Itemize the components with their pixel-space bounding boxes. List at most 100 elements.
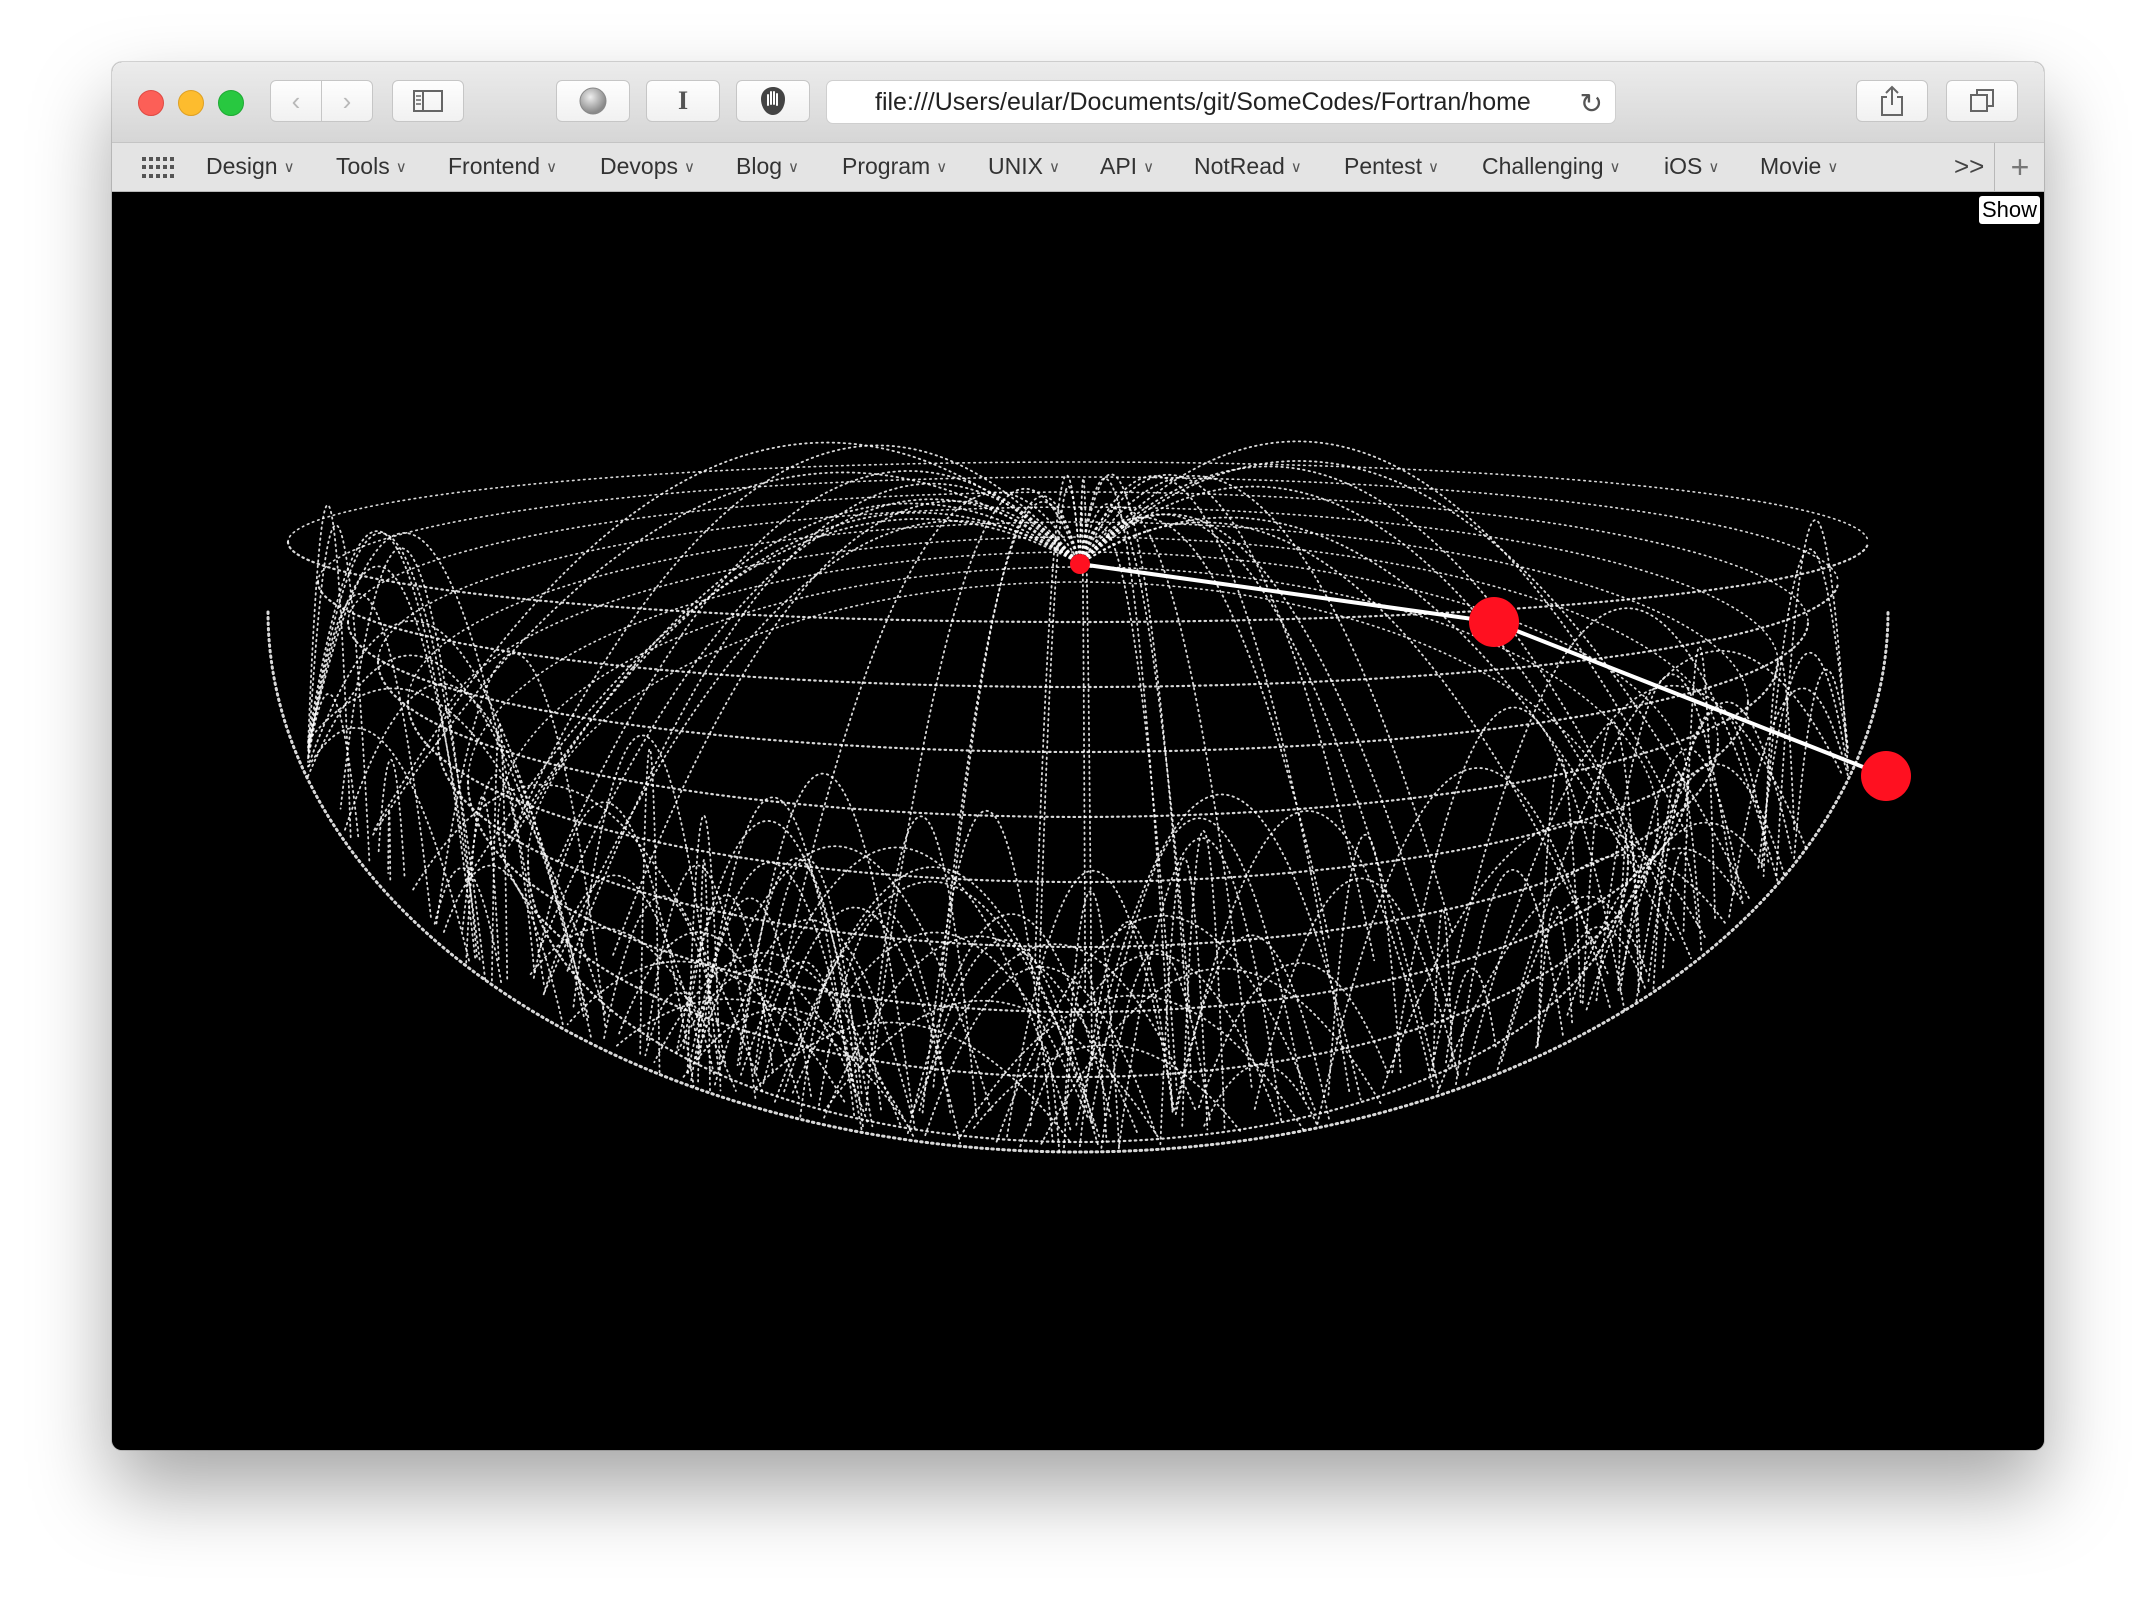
trail-arc <box>464 518 1081 883</box>
trail-arc <box>738 772 916 1130</box>
red-ball <box>1070 554 1090 574</box>
page-content: Show <box>112 192 2044 1450</box>
bookmark-folder-pentest[interactable]: Pentest ∨ <box>1344 153 1439 180</box>
bookmark-folder-tools[interactable]: Tools ∨ <box>336 153 407 180</box>
chevron-down-icon: ∨ <box>1048 159 1060 176</box>
trail-arc <box>918 939 1096 1133</box>
trail-arc <box>572 734 720 1071</box>
bookmark-folder-notread[interactable]: NotRead ∨ <box>1194 153 1302 180</box>
bookmark-label: iOS <box>1664 153 1703 179</box>
trail-arc <box>1181 830 1226 1129</box>
browser-window: ‹ › I file:///Users/eular/Documents/git/… <box>112 62 2044 1450</box>
zoom-window-button[interactable] <box>218 90 244 116</box>
bookmark-label: Movie <box>1760 153 1822 179</box>
red-ball <box>1469 597 1519 647</box>
trail-arc <box>506 502 1081 850</box>
chevron-down-icon: ∨ <box>395 159 407 176</box>
title-bar: ‹ › I file:///Users/eular/Documents/git/… <box>112 62 2044 142</box>
bookmark-label: Tools <box>336 153 390 179</box>
trail-arc <box>1079 502 1087 994</box>
trail-arc <box>1432 908 1454 1078</box>
reload-icon[interactable]: ↻ <box>1580 87 1603 120</box>
trail-arc <box>1661 851 1699 969</box>
chevron-down-icon: ∨ <box>1143 159 1155 176</box>
bookmark-folder-blog[interactable]: Blog ∨ <box>736 153 799 180</box>
trail-arc <box>442 864 564 1026</box>
tabs-icon <box>1970 89 1994 112</box>
chevron-down-icon: ∨ <box>788 159 800 176</box>
trail-arc <box>407 521 1749 703</box>
trail-arc <box>467 551 1689 783</box>
minimize-window-button[interactable] <box>178 90 204 116</box>
chevron-down-icon: ∨ <box>1290 159 1302 176</box>
trail-arc <box>1079 440 1690 840</box>
bookmark-folder-ios[interactable]: iOS ∨ <box>1664 153 1719 180</box>
bookmark-folder-program[interactable]: Program ∨ <box>842 153 947 180</box>
chevron-down-icon: ∨ <box>546 159 558 176</box>
trail-arc <box>1647 707 1770 982</box>
bookmarks-overflow-button[interactable]: >> <box>1954 151 1984 182</box>
trail-arc <box>1760 548 1849 868</box>
bookmark-label: UNIX <box>988 153 1043 179</box>
trail-arc <box>1436 854 1726 1094</box>
bookmark-folder-design[interactable]: Design ∨ <box>206 153 295 180</box>
bookmark-label: Program <box>842 153 931 179</box>
forward-button[interactable]: › <box>321 80 373 122</box>
back-button[interactable]: ‹ <box>270 80 322 122</box>
bookmark-label: NotRead <box>1194 153 1285 179</box>
trail-arc <box>697 796 856 1117</box>
trail-arc <box>1316 767 1612 1125</box>
extension-button-3[interactable] <box>736 80 810 122</box>
bookmark-folder-unix[interactable]: UNIX ∨ <box>988 153 1060 180</box>
bookmark-folder-devops[interactable]: Devops ∨ <box>600 153 695 180</box>
bookmarks-bar: Design ∨ Tools ∨ Frontend ∨ Devops ∨ Blog ∨ P… <box>112 142 2044 192</box>
trail-arc <box>940 501 1081 981</box>
top-sites-icon[interactable] <box>142 157 174 179</box>
trail-arc <box>675 820 874 1128</box>
sidebar-button[interactable] <box>392 80 464 122</box>
extension-button-1[interactable] <box>556 80 630 122</box>
trail-arc <box>1079 473 1376 962</box>
extension-button-2[interactable]: I <box>646 80 720 122</box>
trail-arc <box>1174 810 1434 1119</box>
trail-arc <box>1089 817 1306 1125</box>
chevron-down-icon: ∨ <box>1708 159 1720 176</box>
chevron-down-icon: ∨ <box>683 159 695 176</box>
bouncing-balls-canvas <box>266 440 1911 1154</box>
bookmark-label: Design <box>206 153 278 179</box>
trail-arc <box>1029 1045 1061 1153</box>
tabs-button[interactable] <box>1946 80 2018 122</box>
bookmark-folder-api[interactable]: API ∨ <box>1100 153 1154 180</box>
bookmark-folder-frontend[interactable]: Frontend ∨ <box>448 153 557 180</box>
circle-icon <box>579 87 607 115</box>
chevron-down-icon: ∨ <box>1827 159 1839 176</box>
bookmark-label: Frontend <box>448 153 541 179</box>
bookmark-folder-challenging[interactable]: Challenging ∨ <box>1482 153 1620 180</box>
close-window-button[interactable] <box>138 90 164 116</box>
bookmark-label: Pentest <box>1344 153 1422 179</box>
trail-arc <box>818 911 952 1114</box>
share-button[interactable] <box>1856 80 1928 122</box>
trail-arc <box>1652 772 1703 990</box>
trail-arc <box>1253 877 1460 1112</box>
chevron-down-icon: ∨ <box>283 159 295 176</box>
trail-arc <box>740 846 1072 1131</box>
trail-arc <box>307 532 545 986</box>
bookmark-folder-movie[interactable]: Movie ∨ <box>1760 153 1838 180</box>
chevron-down-icon: ∨ <box>1428 159 1439 176</box>
trail-arc <box>307 530 477 959</box>
chevron-down-icon: ∨ <box>1609 159 1621 176</box>
trail-arc <box>1019 953 1278 1148</box>
trail-arc <box>406 700 1750 884</box>
address-bar[interactable]: file:///Users/eular/Documents/git/SomeCo… <box>826 80 1616 124</box>
share-icon <box>1881 85 1903 116</box>
bookmark-label: Challenging <box>1482 153 1604 179</box>
trail-arc <box>316 580 1840 689</box>
trail-arc <box>435 652 607 1030</box>
trail-arc <box>387 809 392 881</box>
chevron-left-icon: ‹ <box>291 85 301 116</box>
show-button[interactable]: Show <box>1978 196 2040 224</box>
chevron-right-icon: › <box>342 85 352 116</box>
hand-icon <box>761 87 785 115</box>
new-tab-button[interactable]: + <box>1994 143 2044 191</box>
